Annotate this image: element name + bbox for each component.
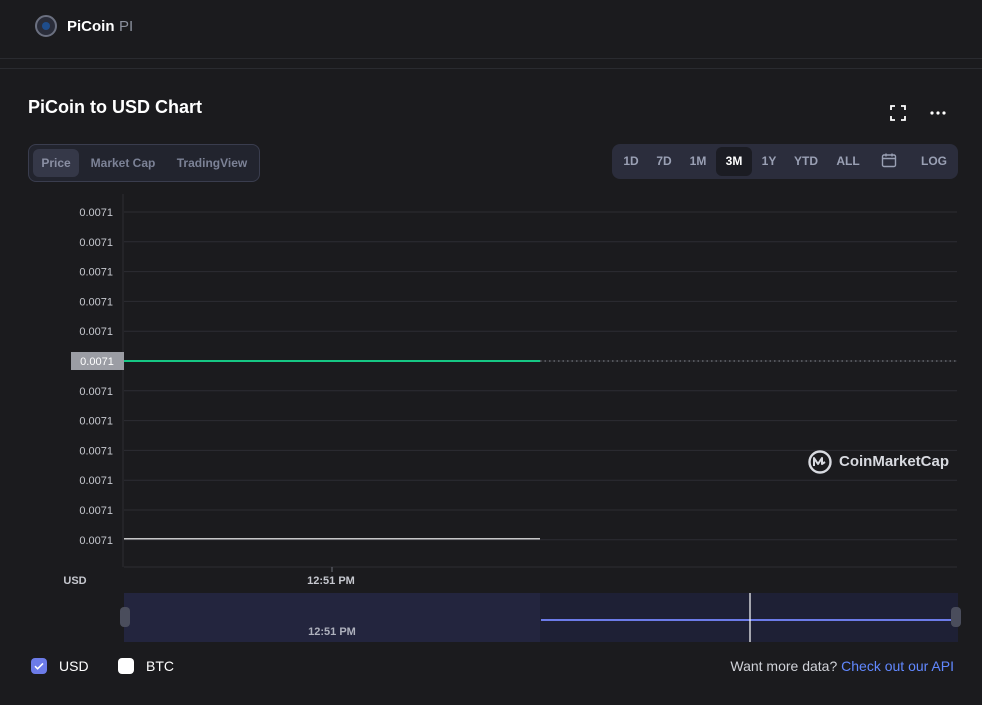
y-tick-label: 0.0071 <box>79 386 113 398</box>
range-3m[interactable]: 3M <box>716 147 752 176</box>
more-options-icon[interactable] <box>928 103 948 123</box>
divider <box>0 58 982 59</box>
time-range-selector: 1D 7D 1M 3M 1Y YTD ALL LOG <box>612 144 958 179</box>
y-tick-label: 0.0071 <box>79 445 113 457</box>
chart-title: PiCoin to USD Chart <box>28 97 202 117</box>
current-price-label: 0.0071 <box>80 356 114 368</box>
range-1d[interactable]: 1D <box>617 147 645 176</box>
api-promo-text: Want more data? <box>730 658 838 674</box>
range-7d[interactable]: 7D <box>650 147 678 176</box>
y-tick-label: 0.0071 <box>79 505 113 517</box>
range-1y[interactable]: 1Y <box>755 147 783 176</box>
watermark-text: CoinMarketCap <box>839 453 950 470</box>
btc-checkbox[interactable] <box>118 658 134 674</box>
tab-price[interactable]: Price <box>33 149 79 177</box>
navigator-time-label: 12:51 PM <box>308 626 356 638</box>
tab-tradingview[interactable]: TradingView <box>169 149 255 177</box>
y-tick-label: 0.0071 <box>79 207 113 219</box>
coinmarketcap-watermark: CoinMarketCap <box>807 449 949 475</box>
y-axis-unit-label: USD <box>63 575 86 587</box>
y-tick-label: 0.0071 <box>79 267 113 279</box>
y-tick-label: 0.0071 <box>79 535 113 547</box>
navigator-right-handle[interactable] <box>951 607 961 627</box>
coin-name: PiCoin <box>67 18 115 35</box>
y-tick-label: 0.0071 <box>79 237 113 249</box>
log-scale-toggle[interactable]: LOG <box>916 147 952 176</box>
usd-checkbox[interactable] <box>31 658 47 674</box>
api-link[interactable]: Check out our API <box>841 658 954 674</box>
coinmarketcap-logo-icon <box>808 450 832 474</box>
y-tick-label: 0.0071 <box>79 296 113 308</box>
btc-legend-label: BTC <box>146 658 174 674</box>
top-bar: PiCoin PI <box>0 0 982 58</box>
range-all[interactable]: ALL <box>830 147 866 176</box>
api-promo: Want more data? Check out our API <box>730 658 954 674</box>
range-ytd[interactable]: YTD <box>788 147 824 176</box>
y-tick-label: 0.0071 <box>79 326 113 338</box>
y-tick-label: 0.0071 <box>79 475 113 487</box>
y-tick-label: 0.0071 <box>79 416 113 428</box>
x-tick-label: 12:51 PM <box>307 575 355 587</box>
picoin-logo-icon <box>35 15 57 37</box>
tab-market-cap[interactable]: Market Cap <box>85 149 161 177</box>
coin-symbol: PI <box>119 18 134 35</box>
expand-icon[interactable] <box>888 103 908 123</box>
range-1m[interactable]: 1M <box>684 147 712 176</box>
usd-legend-label: USD <box>59 658 89 674</box>
calendar-icon[interactable] <box>874 147 904 176</box>
divider <box>0 68 982 69</box>
navigator-left-handle[interactable] <box>120 607 130 627</box>
chart-type-tabs: Price Market Cap TradingView <box>28 144 260 182</box>
